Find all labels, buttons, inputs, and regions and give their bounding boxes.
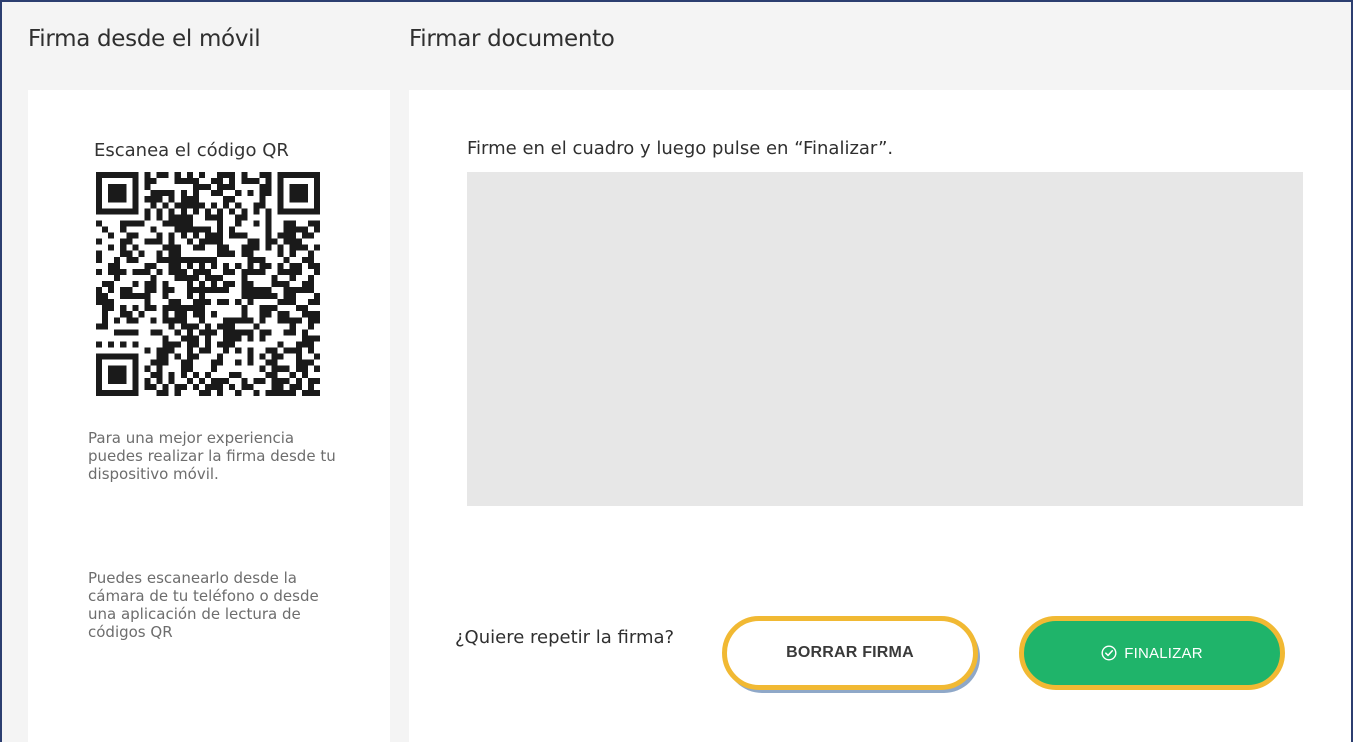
scan-info-text: Puedes escanearlo desde la cámara de tu … xyxy=(88,569,319,641)
finish-button[interactable]: FINALIZAR xyxy=(1019,616,1285,690)
sign-document-heading: Firmar documento xyxy=(409,26,615,52)
qr-code-icon xyxy=(96,172,320,396)
repeat-signature-question: ¿Quiere repetir la firma? xyxy=(455,627,675,648)
mobile-signing-heading: Firma desde el móvil xyxy=(28,26,261,52)
mobile-info-text: Para una mejor experiencia puedes realiz… xyxy=(88,429,336,483)
signature-instruction: Firme en el cuadro y luego pulse en “Fin… xyxy=(467,138,894,159)
finish-label: FINALIZAR xyxy=(1124,644,1203,662)
qr-title: Escanea el código QR xyxy=(94,140,289,161)
signature-panel: Firme en el cuadro y luego pulse en “Fin… xyxy=(409,90,1353,742)
clear-signature-button[interactable]: BORRAR FIRMA xyxy=(722,616,978,690)
signature-pad[interactable] xyxy=(467,172,1303,506)
qr-panel: Escanea el código QR Para una mejor expe… xyxy=(28,90,390,742)
clear-signature-label: BORRAR FIRMA xyxy=(786,644,914,661)
check-circle-icon xyxy=(1101,645,1117,661)
